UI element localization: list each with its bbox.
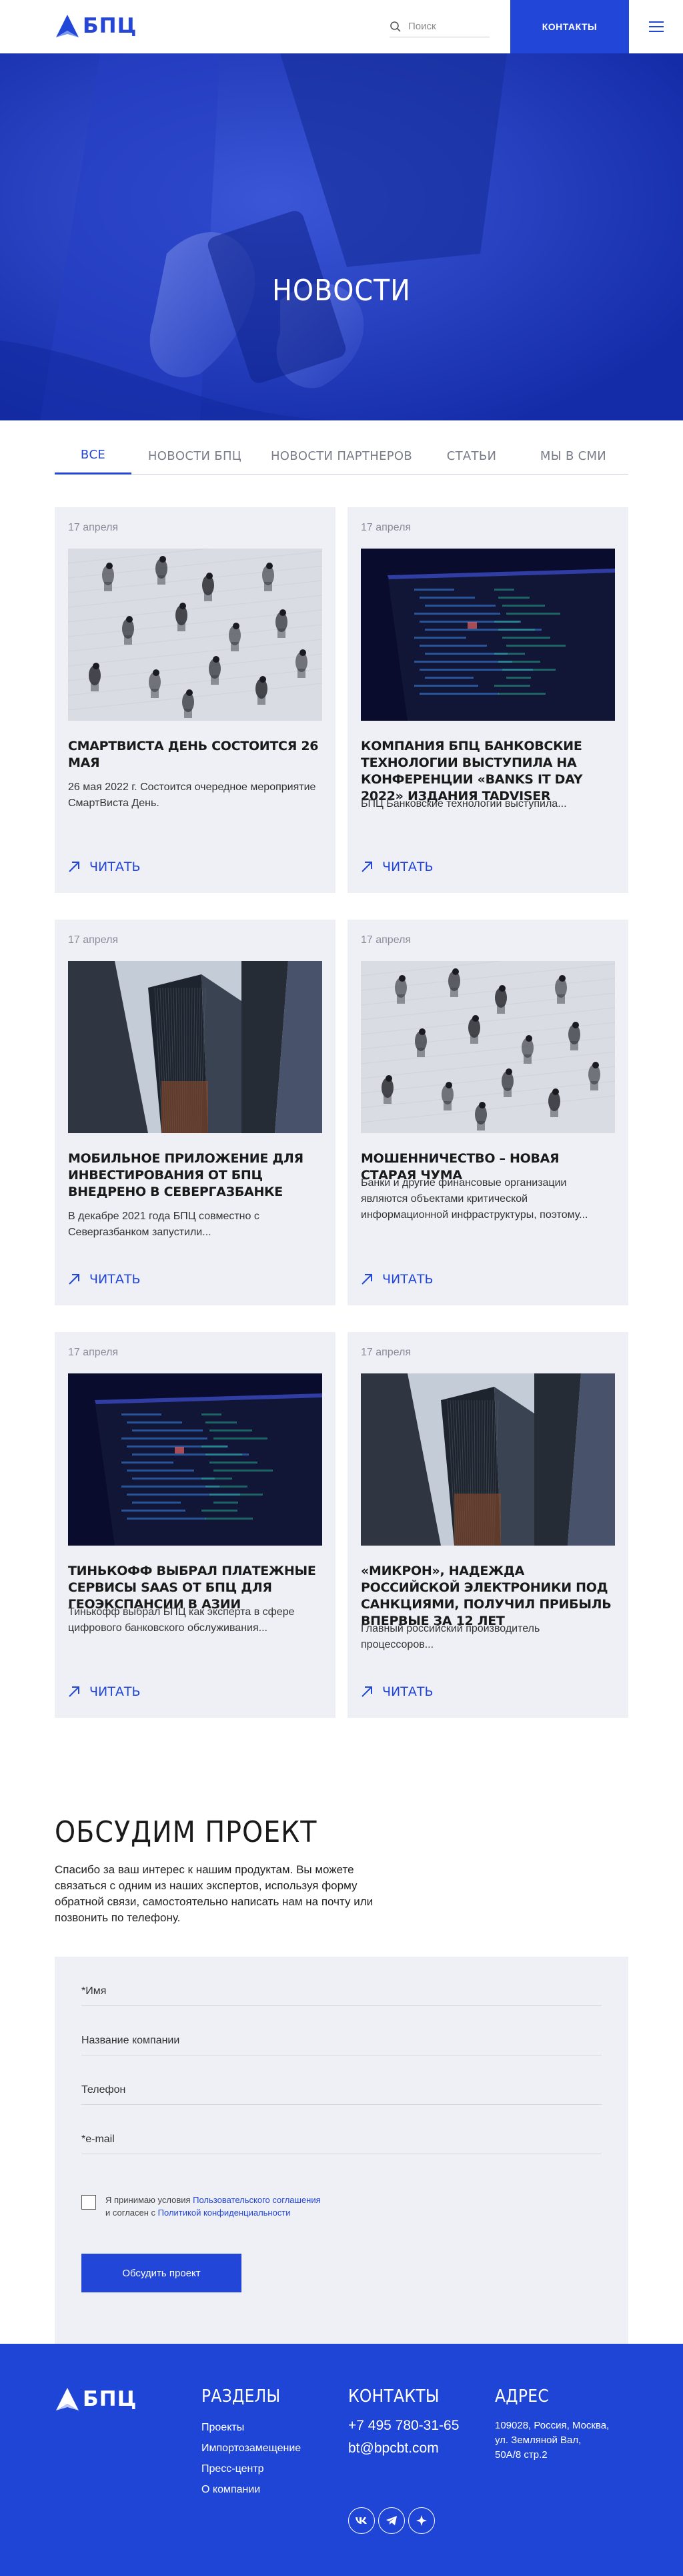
agreement-text: Я принимаю условия Пользовательского сог… <box>105 2195 321 2218</box>
search-input[interactable] <box>408 21 482 32</box>
contacts-list: +7 495 780-31-65 bt@bpcbt.com <box>348 2414 459 2460</box>
site-header: БПЦ Контакты <box>0 0 683 53</box>
vk-icon[interactable] <box>348 2507 375 2534</box>
news-excerpt: В декабре 2021 года БПЦ совместно с Севе… <box>68 1211 259 1238</box>
news-image[interactable] <box>68 549 322 721</box>
news-image[interactable] <box>68 1373 322 1546</box>
footer-link-press[interactable]: Пресс-центр <box>201 2459 301 2479</box>
tab-articles[interactable]: СТАТЬИ <box>425 437 518 474</box>
news-card[interactable]: 17 апреля СМАРТВИСТА ДЕНЬ СОСТОИТСЯ 26 М… <box>55 507 335 893</box>
page-title: НОВОСТИ <box>272 274 411 308</box>
news-date: 17 апреля <box>68 522 119 533</box>
site-footer: БПЦ РАЗДЕЛЫ Проекты Импортозамещение Пре… <box>0 2344 683 2576</box>
agreement: Я принимаю условия Пользовательского сог… <box>81 2194 321 2219</box>
news-card[interactable]: 17 апреля МОБИЛЬНОЕ ПРИЛОЖЕНИЕ ДЛЯ ИНВЕС… <box>55 920 335 1305</box>
news-date: 17 апреля <box>361 934 412 946</box>
news-date: 17 апреля <box>68 1347 119 1358</box>
news-card[interactable]: 17 апреля МОШЕННИЧЕСТВО – НОВАЯ СТАРАЯ Ч… <box>348 920 628 1305</box>
tab-media[interactable]: МЫ В СМИ <box>518 437 628 474</box>
arrow-up-right-icon <box>69 862 79 872</box>
contacts-button[interactable]: Контакты <box>510 0 629 53</box>
news-date: 17 апреля <box>361 1347 412 1358</box>
hero-banner: НОВОСТИ <box>0 53 683 420</box>
name-field[interactable]: *Имя <box>81 1977 602 2006</box>
news-image[interactable] <box>68 961 322 1133</box>
footer-logo[interactable]: БПЦ <box>55 2386 137 2412</box>
telegram-icon[interactable] <box>378 2507 405 2534</box>
contacts-title: КОНТАКТЫ <box>348 2386 440 2406</box>
search-icon[interactable] <box>390 21 402 33</box>
arrow-up-right-icon <box>69 1686 79 1697</box>
news-title[interactable]: СМАРТВИСТА ДЕНЬ СОСТОИТСЯ 26 МАЯ <box>68 738 322 771</box>
news-image[interactable] <box>361 1373 615 1546</box>
company-field[interactable]: Название компании <box>81 2026 602 2055</box>
tab-partner-news[interactable]: НОВОСТИ ПАРТНЕРОВ <box>258 437 425 474</box>
tab-bpc-news[interactable]: НОВОСТИ БПЦ <box>131 437 258 474</box>
footer-logo-text: БПЦ <box>83 2387 137 2411</box>
news-title[interactable]: «МИКРОН», НАДЕЖДА РОССИЙСКОЙ ЭЛЕКТРОНИКИ… <box>361 1563 615 1630</box>
news-excerpt: Банки и другие финансовые организации яв… <box>361 1177 588 1221</box>
address-title: АДРЕС <box>495 2386 549 2406</box>
sparkle-icon[interactable] <box>408 2507 435 2534</box>
logo-text: БПЦ <box>83 14 137 38</box>
news-card[interactable]: 17 апреля КОМПАНИЯ БПЦ БАНКОВСКИЕ ТЕХНОЛ… <box>348 507 628 893</box>
news-excerpt: Тинькофф выбрал БПЦ как эксперта в сфере… <box>68 1606 295 1634</box>
read-more-link[interactable]: ЧИТАТЬ <box>68 1272 140 1287</box>
footer-email[interactable]: bt@bpcbt.com <box>348 2437 459 2460</box>
phone-field[interactable]: Телефон <box>81 2075 602 2105</box>
submit-button[interactable]: Обсудить проект <box>81 2254 241 2292</box>
privacy-policy-link[interactable]: Политикой конфиденциальности <box>158 2208 291 2218</box>
news-date: 17 апреля <box>361 522 412 533</box>
news-card[interactable]: 17 апреля ТИНЬКОФФ ВЫБРАЛ ПЛАТЕЖНЫЕ СЕРВ… <box>55 1332 335 1718</box>
sections-title: РАЗДЕЛЫ <box>201 2386 281 2406</box>
search-box[interactable] <box>390 16 490 37</box>
discuss-text: Спасибо за ваш интерес к нашим продуктам… <box>55 1863 374 1924</box>
read-more-link[interactable]: ЧИТАТЬ <box>361 1272 433 1287</box>
contact-form: *Имя Название компании Телефон *e-mail Я… <box>55 1957 628 2344</box>
news-card[interactable]: 17 апреля «МИКРОН», НАДЕЖДА РОССИЙСКОЙ Э… <box>348 1332 628 1718</box>
address-text: 109028, Россия, Москва, ул. Земляной Вал… <box>495 2420 610 2461</box>
discuss-title: ОБСУДИМ ПРОЕКТ <box>55 1815 317 1849</box>
arrow-up-right-icon <box>362 862 372 872</box>
footer-link-about[interactable]: О компании <box>201 2479 301 2500</box>
email-field[interactable]: *e-mail <box>81 2125 602 2154</box>
menu-icon[interactable] <box>649 21 664 32</box>
news-tabs: ВСЕ НОВОСТИ БПЦ НОВОСТИ ПАРТНЕРОВ СТАТЬИ… <box>55 437 628 474</box>
hero-background-image <box>0 53 683 420</box>
arrow-up-right-icon <box>69 1274 79 1285</box>
footer-link-import[interactable]: Импортозамещение <box>201 2438 301 2459</box>
sections-list: Проекты Импортозамещение Пресс-центр О к… <box>201 2417 301 2500</box>
read-more-link[interactable]: ЧИТАТЬ <box>361 860 433 874</box>
arrow-up-right-icon <box>362 1686 372 1697</box>
tab-all[interactable]: ВСЕ <box>55 437 131 474</box>
news-excerpt: Главный российский производитель процесс… <box>361 1623 540 1650</box>
news-title[interactable]: МОБИЛЬНОЕ ПРИЛОЖЕНИЕ ДЛЯ ИНВЕСТИРОВАНИЯ … <box>68 1151 322 1201</box>
news-excerpt: 26 мая 2022 г. Состоится очередное мероп… <box>68 781 316 809</box>
read-more-link[interactable]: ЧИТАТЬ <box>361 1684 433 1699</box>
agree-checkbox[interactable] <box>81 2195 96 2210</box>
user-agreement-link[interactable]: Пользовательского соглашения <box>193 2195 321 2205</box>
news-excerpt: БПЦ Банковские технологии выступила... <box>361 798 567 810</box>
news-image[interactable] <box>361 961 615 1133</box>
news-date: 17 апреля <box>68 934 119 946</box>
news-image[interactable] <box>361 549 615 721</box>
read-more-link[interactable]: ЧИТАТЬ <box>68 1684 140 1699</box>
footer-phone[interactable]: +7 495 780-31-65 <box>348 2414 459 2437</box>
footer-link-projects[interactable]: Проекты <box>201 2417 301 2438</box>
logo[interactable]: БПЦ <box>55 13 137 39</box>
read-more-link[interactable]: ЧИТАТЬ <box>68 860 140 874</box>
logo-triangle-icon <box>56 2388 79 2410</box>
logo-triangle-icon <box>56 15 79 37</box>
arrow-up-right-icon <box>362 1274 372 1285</box>
news-title[interactable]: КОМПАНИЯ БПЦ БАНКОВСКИЕ ТЕХНОЛОГИИ ВЫСТУ… <box>361 738 615 805</box>
